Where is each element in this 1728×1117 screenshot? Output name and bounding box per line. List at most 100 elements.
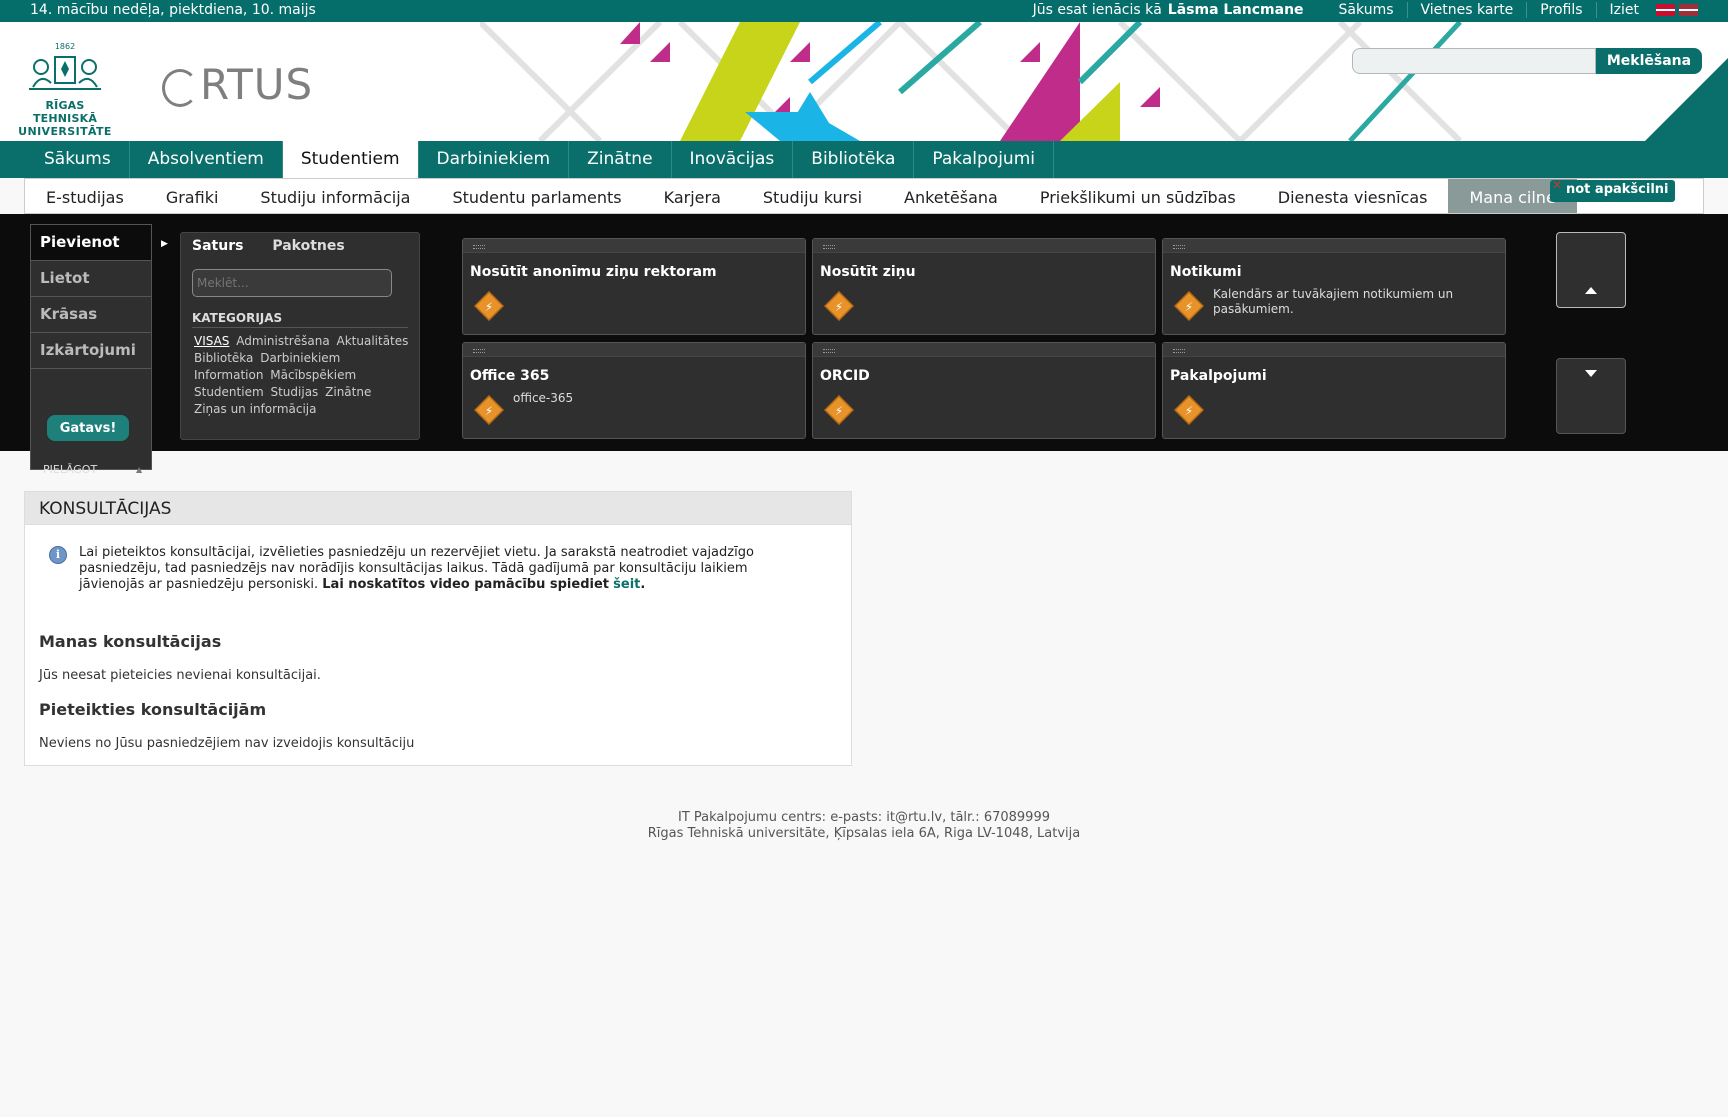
category-link[interactable]: VISAS (194, 334, 229, 348)
tile-title: Notikumi (1170, 264, 1242, 280)
category-link[interactable]: Bibliotēka (194, 351, 253, 365)
close-icon[interactable]: ✕ (1552, 178, 1562, 192)
drag-handle-icon[interactable] (463, 343, 805, 357)
svg-text:⚡: ⚡ (1185, 404, 1193, 418)
tile-description: Kalendārs ar tuvākajiem notikumiem un pa… (1213, 287, 1454, 316)
category-link[interactable]: Information (194, 368, 263, 382)
menu-item-izkartojumi[interactable]: Izkārtojumi (31, 333, 151, 369)
tile-description: office-365 (513, 391, 574, 405)
subnav-item-studentu-parlaments[interactable]: Studentu parlaments (431, 179, 642, 213)
english-flag-icon[interactable] (1656, 4, 1675, 16)
portlet-icon: ⚡ (1174, 395, 1204, 425)
info-icon: i (49, 546, 67, 564)
header-corner-decoration (1632, 58, 1728, 141)
nav-item-darbiniekiem[interactable]: Darbiniekiem (419, 141, 570, 178)
portlet-icon: ⚡ (474, 291, 504, 321)
top-bar: 14. mācību nedēļa, piektdiena, 10. maijs… (0, 0, 1728, 22)
rtu-logo[interactable]: 1862 RĪGAS TEHNISKĀ UNIVERSITĀTE (18, 42, 112, 141)
nav-item-studentiem[interactable]: Studentiem (282, 141, 419, 178)
menu-item-pievienot[interactable]: Pievienot (31, 225, 151, 261)
subnav-item-priekslikumi[interactable]: Priekšlikumi un sūdzības (1019, 179, 1257, 213)
user-name[interactable]: Lāsma Lancmane (1168, 2, 1304, 18)
user-bar: Jūs esat ienācis kā Lāsma Lancmane Sākum… (1033, 2, 1698, 18)
logged-in-label: Jūs esat ienācis kā (1032, 2, 1162, 18)
category-link[interactable]: Darbiniekiem (260, 351, 340, 365)
pin-subtab-button[interactable]: not apakšcilni (1550, 180, 1675, 202)
consultations-panel: KONSULTĀCIJAS i Lai pieteiktos konsultāc… (24, 491, 852, 766)
search-input[interactable] (1352, 48, 1596, 74)
categories-title: KATEGORIJAS (192, 311, 408, 328)
caret-right-icon: ▶ (161, 239, 168, 249)
customize-label[interactable]: PIELĀGOT (43, 463, 97, 476)
category-link[interactable]: Administrēšana (236, 334, 329, 348)
drag-handle-icon[interactable] (1163, 239, 1505, 253)
svg-text:⚡: ⚡ (835, 300, 843, 314)
arrow-down-icon (1585, 370, 1597, 377)
category-link[interactable]: Zinātne (325, 385, 371, 399)
footer: IT Pakalpojumu centrs: e-pasts: it@rtu.l… (0, 810, 1728, 842)
svg-text:⚡: ⚡ (485, 404, 493, 418)
tile-title: Office 365 (470, 368, 550, 384)
drag-handle-icon[interactable] (813, 239, 1155, 253)
video-tutorial-link[interactable]: šeit (613, 577, 640, 592)
tab-pakotnes[interactable]: Pakotnes (272, 238, 344, 254)
subnav-item-grafiki[interactable]: Grafiki (145, 179, 240, 213)
category-link[interactable]: Studijas (270, 385, 318, 399)
nav-item-sakums[interactable]: Sākums (26, 141, 130, 178)
category-link[interactable]: Ziņas un informācija (194, 402, 317, 416)
scroll-down-button[interactable] (1556, 358, 1626, 434)
site-header: 1862 RĪGAS TEHNISKĀ UNIVERSITĀTE RTUS Me… (0, 22, 1728, 141)
logout-link[interactable]: Iziet (1595, 2, 1652, 18)
portlet-icon: ⚡ (824, 395, 854, 425)
customize-menu: Pievienot Lietot Krāsas Izkārtojumi ▶ Ga… (30, 224, 168, 476)
drag-handle-icon[interactable] (813, 343, 1155, 357)
portlet-tile[interactable]: Nosūtīt anonīmu ziņu rektoram ⚡ (462, 238, 806, 335)
drag-handle-icon[interactable] (463, 239, 805, 253)
portlet-tile[interactable]: Notikumi ⚡ Kalendārs ar tuvākajiem notik… (1162, 238, 1506, 335)
menu-item-krasas[interactable]: Krāsas (31, 297, 151, 333)
svg-text:⚡: ⚡ (485, 300, 493, 314)
portlet-tile[interactable]: Office 365 ⚡ office-365 (462, 342, 806, 439)
sub-navigation: E-studijas Grafiki Studiju informācija S… (24, 178, 1704, 214)
subnav-item-dienesta-viesnicas[interactable]: Dienesta viesnīcas (1257, 179, 1449, 213)
footer-contact: IT Pakalpojumu centrs: e-pasts: it@rtu.l… (677, 810, 1050, 825)
info-bold-text: Lai noskatītos video pamācību spiediet (322, 577, 609, 592)
nav-item-zinatne[interactable]: Zinātne (569, 141, 672, 178)
sitemap-link[interactable]: Vietnes karte (1406, 2, 1527, 18)
content-search-input[interactable] (192, 269, 392, 297)
tile-title: Pakalpojumi (1170, 368, 1267, 384)
menu-item-lietot[interactable]: Lietot (31, 261, 151, 297)
portlet-tile[interactable]: ORCID ⚡ (812, 342, 1156, 439)
portlet-tile[interactable]: Nosūtīt ziņu ⚡ (812, 238, 1156, 335)
my-consultations-text: Jūs neesat pieteicies nevienai konsultāc… (39, 668, 321, 683)
home-link[interactable]: Sākums (1326, 2, 1407, 18)
nav-item-inovacijas[interactable]: Inovācijas (672, 141, 794, 178)
subnav-item-estudijas[interactable]: E-studijas (25, 179, 145, 213)
ortus-logo[interactable]: RTUS (162, 60, 313, 109)
arrow-up-icon (1585, 287, 1597, 294)
subnav-item-anketesana[interactable]: Anketēšana (883, 179, 1019, 213)
drag-handle-icon[interactable] (1163, 343, 1505, 357)
portlet-tile[interactable]: Pakalpojumi ⚡ (1162, 342, 1506, 439)
tile-title: Nosūtīt ziņu (820, 264, 916, 280)
nav-item-pakalpojumi[interactable]: Pakalpojumi (914, 141, 1054, 178)
latvian-flag-icon[interactable] (1679, 4, 1698, 16)
profile-link[interactable]: Profils (1526, 2, 1595, 18)
collapse-icon[interactable]: ▲ (136, 465, 142, 474)
portlet-icon: ⚡ (1174, 291, 1204, 321)
nav-item-absolventiem[interactable]: Absolventiem (130, 141, 283, 178)
tab-saturs[interactable]: Saturs (192, 238, 243, 254)
subnav-item-studiju-kursi[interactable]: Studiju kursi (742, 179, 883, 213)
category-link[interactable]: Studentiem (194, 385, 264, 399)
nav-item-biblioteka[interactable]: Bibliotēka (793, 141, 915, 178)
category-link[interactable]: Aktualitātes (337, 334, 409, 348)
done-button[interactable]: Gatavs! (47, 415, 129, 441)
subnav-item-karjera[interactable]: Karjera (643, 179, 742, 213)
svg-text:⚡: ⚡ (1185, 300, 1193, 314)
category-link[interactable]: Mācībspēkiem (270, 368, 356, 382)
header-decoration (480, 22, 1463, 141)
subnav-item-studiju-informacija[interactable]: Studiju informācija (239, 179, 431, 213)
info-message: Lai pieteiktos konsultācijai, izvēlietie… (79, 545, 754, 592)
scroll-up-button[interactable] (1556, 232, 1626, 308)
tile-title: ORCID (820, 368, 870, 384)
